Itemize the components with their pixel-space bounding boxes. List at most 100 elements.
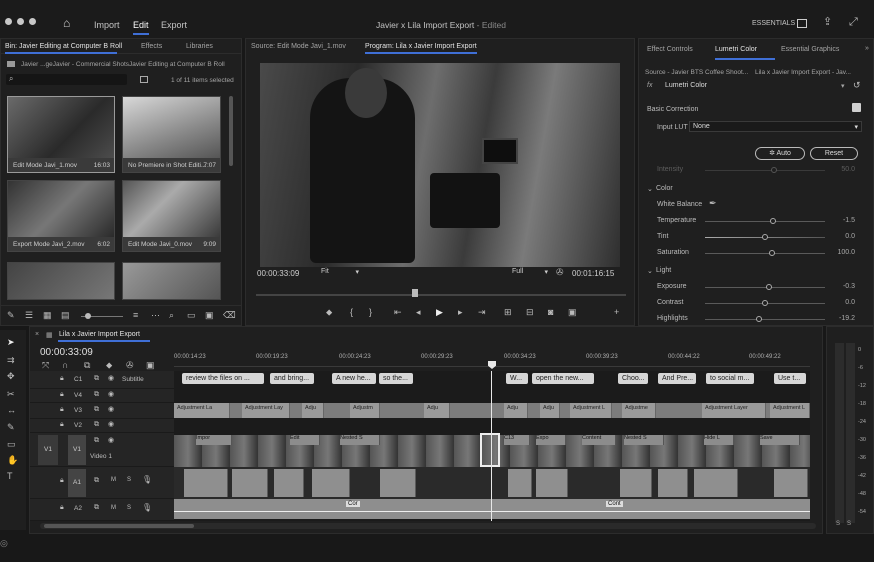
media-item[interactable]: Export Mode Javi_2.mov 6:02 bbox=[7, 180, 115, 252]
subtitle-clip[interactable]: so the... bbox=[379, 373, 413, 384]
solo-left-button[interactable]: S bbox=[836, 521, 840, 527]
track-label[interactable]: V2 bbox=[74, 422, 82, 429]
sync-lock-icon[interactable]: ⧉ bbox=[94, 437, 99, 444]
razor-tool-icon[interactable]: ✂ bbox=[7, 390, 15, 399]
media-item[interactable]: Edit Mode Javi_1.mov 16:03 bbox=[7, 96, 115, 173]
tab-source[interactable]: Source: Edit Mode Javi_1.mov bbox=[251, 43, 346, 50]
step-forward-icon[interactable]: ▸ bbox=[458, 308, 463, 317]
pencil-icon[interactable]: ✎ bbox=[7, 311, 15, 320]
basic-correction-checkbox[interactable] bbox=[852, 103, 861, 112]
sync-lock-icon[interactable]: ⧉ bbox=[94, 421, 99, 428]
adjustment-clip[interactable]: Adju bbox=[302, 403, 324, 418]
audio-clip[interactable] bbox=[620, 469, 652, 497]
source-patch-v1[interactable]: V1 bbox=[38, 435, 58, 465]
quality-select[interactable]: Full ▾ bbox=[512, 268, 548, 278]
monitor-playhead[interactable] bbox=[412, 289, 418, 297]
lift-icon[interactable]: ⊞ bbox=[504, 308, 512, 317]
video-clip[interactable]: Nested S bbox=[340, 435, 380, 445]
linked-selection-icon[interactable]: ⧉ bbox=[84, 361, 90, 370]
zoom-window-button[interactable] bbox=[29, 18, 36, 25]
freeform-view-icon[interactable]: ▤ bbox=[61, 311, 70, 320]
timeline-scrollbar[interactable] bbox=[40, 523, 816, 529]
more-panels-icon[interactable]: » bbox=[865, 45, 869, 52]
highlights-value[interactable]: -19.2 bbox=[825, 315, 855, 322]
add-marker-icon[interactable]: ⬥ bbox=[106, 361, 112, 370]
eye-icon[interactable]: ◉ bbox=[108, 375, 114, 382]
nest-icon[interactable]: ⤧ bbox=[42, 361, 49, 370]
eye-icon[interactable]: ◉ bbox=[108, 421, 114, 428]
audio-clip[interactable] bbox=[312, 469, 350, 497]
type-tool-icon[interactable]: T bbox=[7, 472, 13, 481]
adjustment-clip[interactable]: Adju bbox=[504, 403, 528, 418]
new-item-icon[interactable]: ▣ bbox=[205, 311, 214, 320]
nav-import[interactable]: Import bbox=[94, 20, 120, 30]
solo-right-button[interactable]: S bbox=[847, 521, 851, 527]
sync-lock-icon[interactable]: ⧉ bbox=[94, 477, 99, 484]
effect-select[interactable]: Lumetri Color bbox=[665, 82, 707, 89]
sync-lock-icon[interactable]: ⧉ bbox=[94, 391, 99, 398]
share-icon[interactable]: ⇪ bbox=[823, 17, 832, 28]
close-icon[interactable]: × bbox=[35, 331, 39, 338]
chevron-down-icon[interactable]: ⌄ bbox=[647, 267, 653, 275]
track-label[interactable]: C1 bbox=[74, 376, 82, 383]
section-color[interactable]: Color bbox=[656, 185, 673, 192]
nav-edit[interactable]: Edit bbox=[133, 20, 149, 30]
video-clip[interactable]: C13 bbox=[504, 435, 530, 445]
lock-icon[interactable]: 🔒︎ bbox=[60, 375, 64, 382]
audio-clip[interactable] bbox=[508, 469, 532, 497]
sync-lock-icon[interactable]: ⧉ bbox=[94, 375, 99, 382]
sort-icon[interactable]: ≡ bbox=[133, 311, 138, 320]
wrench-icon[interactable]: ✇ bbox=[126, 361, 134, 370]
reset-button[interactable]: Reset bbox=[810, 147, 858, 160]
list-view-icon[interactable]: ☰ bbox=[25, 311, 33, 320]
subtitle-clip[interactable]: open the new... bbox=[532, 373, 594, 384]
media-item[interactable] bbox=[122, 262, 221, 300]
audio-clip[interactable] bbox=[774, 469, 808, 497]
effect-select-arrow[interactable]: ▾ bbox=[841, 82, 845, 90]
eye-icon[interactable]: ◉ bbox=[108, 391, 114, 398]
adjustment-clip[interactable]: Adju bbox=[424, 403, 450, 418]
tab-sequence[interactable]: Lila x Javier Import Export bbox=[59, 331, 140, 338]
close-window-button[interactable] bbox=[5, 18, 12, 25]
source-clip-label[interactable]: Source - Javier BTS Coffee Shoot... bbox=[645, 69, 748, 76]
mark-in-icon[interactable]: { bbox=[350, 308, 353, 317]
sequence-clip-label[interactable]: Lila x Javier Import Export - Jav... bbox=[755, 69, 867, 76]
video-clip[interactable]: Edit bbox=[290, 435, 320, 445]
home-icon[interactable]: ⌂ bbox=[63, 17, 70, 29]
microphone-icon[interactable]: 🎙︎ bbox=[142, 476, 152, 484]
eyedropper-icon[interactable]: ✒ bbox=[709, 199, 717, 208]
audio-clip[interactable] bbox=[380, 469, 416, 497]
timeline-playhead[interactable] bbox=[491, 371, 492, 521]
media-item[interactable]: Edit Mode Javi_0.mov 9:09 bbox=[122, 180, 221, 252]
tab-program[interactable]: Program: Lila x Javier Import Export bbox=[365, 43, 477, 50]
new-bin-icon[interactable] bbox=[140, 76, 148, 83]
trash-icon[interactable]: ⌫ bbox=[223, 311, 236, 320]
track-target-a1[interactable]: A1 bbox=[68, 469, 86, 497]
tab-lumetri-color[interactable]: Lumetri Color bbox=[715, 46, 757, 53]
tab-effects[interactable]: Effects bbox=[141, 43, 162, 50]
nav-export[interactable]: Export bbox=[161, 20, 187, 30]
auto-button[interactable]: ✲ Auto bbox=[755, 147, 805, 160]
wrench-icon[interactable]: ✇ bbox=[556, 268, 564, 277]
tint-value[interactable]: 0.0 bbox=[825, 233, 855, 240]
adjustment-clip[interactable]: Adju bbox=[540, 403, 560, 418]
contrast-value[interactable]: 0.0 bbox=[825, 299, 855, 306]
icon-view-icon[interactable]: ▦ bbox=[43, 311, 52, 320]
tab-bin[interactable]: Bin: Javier Editing at Computer B Roll bbox=[5, 43, 122, 50]
step-back-icon[interactable]: ◂ bbox=[416, 308, 421, 317]
adjustment-clip[interactable]: Adjustment La bbox=[174, 403, 230, 418]
video-clip[interactable]: Save bbox=[760, 435, 800, 445]
lock-icon[interactable]: 🔒︎ bbox=[60, 406, 64, 413]
track-target-v1[interactable]: V1 bbox=[68, 435, 86, 465]
subtitle-clip[interactable]: W... bbox=[506, 373, 528, 384]
adjustment-clip[interactable]: Adjustment L bbox=[570, 403, 612, 418]
extract-icon[interactable]: ⊟ bbox=[526, 308, 534, 317]
saturation-slider[interactable] bbox=[705, 250, 825, 256]
track-label[interactable]: A2 bbox=[74, 505, 82, 512]
ripple-edit-tool-icon[interactable]: ✥ bbox=[7, 372, 15, 381]
video-clip[interactable]: Hide L bbox=[704, 435, 734, 445]
slip-tool-icon[interactable]: ↔ bbox=[7, 406, 16, 415]
highlights-slider[interactable] bbox=[705, 316, 825, 322]
lock-icon[interactable]: 🔒︎ bbox=[60, 504, 64, 511]
snap-icon[interactable]: ∩ bbox=[62, 361, 68, 370]
